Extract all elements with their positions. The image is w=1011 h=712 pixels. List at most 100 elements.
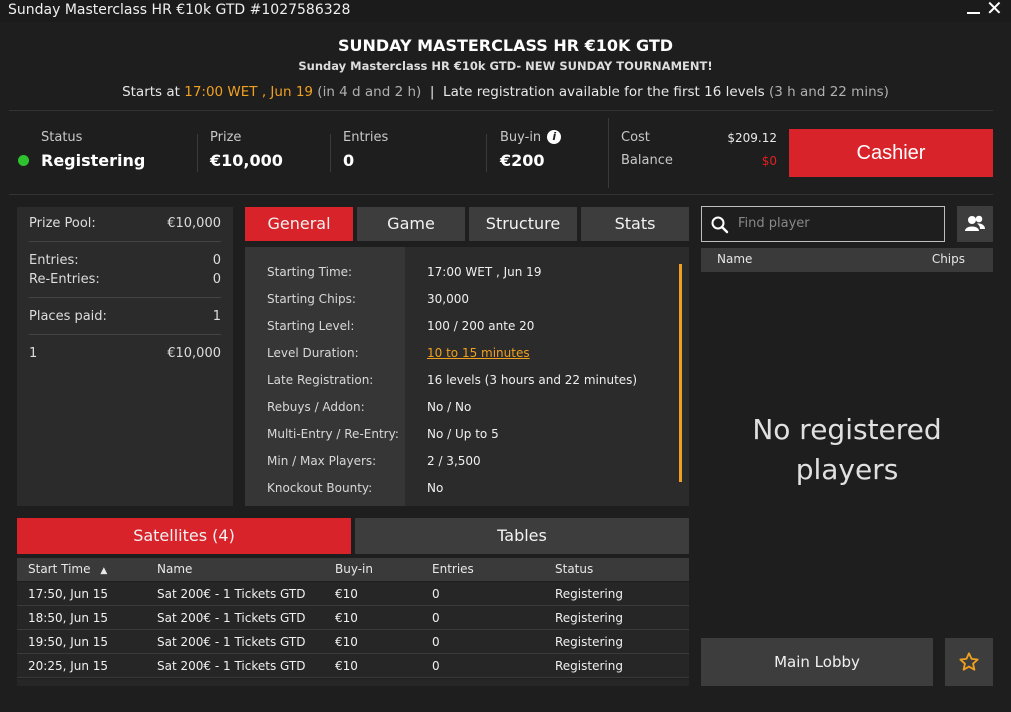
cashier-button[interactable]: Cashier bbox=[789, 129, 993, 177]
divider bbox=[29, 241, 221, 242]
start-info: Starts at 17:00 WET , Jun 19 (in 4 d and… bbox=[0, 84, 1011, 100]
general-label: Starting Chips: bbox=[267, 292, 356, 306]
find-player-search[interactable]: Find player bbox=[701, 206, 945, 242]
general-value: 30,000 bbox=[427, 292, 469, 306]
favorite-button[interactable] bbox=[945, 638, 993, 686]
reentries-value: 0 bbox=[212, 272, 221, 287]
general-label: Starting Time: bbox=[267, 265, 353, 279]
cell-name: Sat 200€ - 1 Tickets GTD bbox=[157, 635, 306, 649]
general-label: Min / Max Players: bbox=[267, 454, 377, 468]
reentries-label: Re-Entries: bbox=[29, 272, 100, 287]
prize-pool-row: Prize Pool: €10,000 bbox=[29, 216, 221, 231]
entries-value: 0 bbox=[212, 253, 221, 268]
general-label: Multi-Entry / Re-Entry: bbox=[267, 427, 399, 441]
general-label: Level Duration: bbox=[267, 346, 359, 360]
start-time: 17:00 WET , Jun 19 bbox=[184, 84, 313, 100]
table-row[interactable]: 18:50, Jun 15 Sat 200€ - 1 Tickets GTD €… bbox=[17, 606, 689, 630]
payout-row: 1 €10,000 bbox=[29, 346, 221, 361]
prize-value: €10,000 bbox=[210, 151, 283, 170]
places-paid-row: Places paid: 1 bbox=[29, 309, 221, 324]
reentries-row: Re-Entries: 0 bbox=[29, 272, 221, 287]
cell-status: Registering bbox=[555, 635, 623, 649]
column-header-status[interactable]: Status bbox=[555, 562, 593, 576]
tab-structure[interactable]: Structure bbox=[469, 207, 577, 241]
status-label: Status bbox=[41, 130, 83, 145]
cell-entries: 0 bbox=[432, 635, 440, 649]
cell-name: Sat 200€ - 1 Tickets GTD bbox=[157, 611, 306, 625]
cell-buyin: €10 bbox=[335, 659, 358, 673]
table-row[interactable]: 19:50, Jun 15 Sat 200€ - 1 Tickets GTD €… bbox=[17, 630, 689, 654]
close-icon[interactable]: ✕ bbox=[986, 0, 1003, 18]
places-paid-value: 1 bbox=[212, 309, 221, 324]
minimize-icon[interactable] bbox=[966, 2, 980, 16]
tab-stats[interactable]: Stats bbox=[581, 207, 689, 241]
players-table-header: Name Chips bbox=[701, 248, 993, 272]
buyin-label-wrap: Buy-in i bbox=[500, 130, 562, 145]
cell-entries: 0 bbox=[432, 611, 440, 625]
starts-in: (in 4 d and 2 h) bbox=[317, 84, 422, 100]
column-label: Start Time bbox=[28, 562, 91, 576]
divider bbox=[9, 110, 993, 111]
balance-label: Balance bbox=[621, 153, 673, 168]
users-button[interactable] bbox=[957, 206, 993, 242]
divider bbox=[29, 297, 221, 298]
entries-label: Entries: bbox=[29, 253, 79, 268]
level-duration-link[interactable]: 10 to 15 minutes bbox=[427, 346, 530, 360]
cell-buyin: €10 bbox=[335, 611, 358, 625]
column-header-buyin[interactable]: Buy-in bbox=[335, 562, 373, 576]
title-bar: Sunday Masterclass HR €10k GTD #10275863… bbox=[0, 0, 1011, 22]
general-label: Late Registration: bbox=[267, 373, 374, 387]
balance-value: $0 bbox=[761, 154, 777, 168]
cost-value: $209.12 bbox=[727, 131, 777, 145]
separator: | bbox=[429, 84, 435, 100]
tab-satellites[interactable]: Satellites (4) bbox=[17, 518, 351, 554]
column-header-name[interactable]: Name bbox=[157, 562, 192, 576]
table-row[interactable]: 20:25, Jun 15 Sat 200€ - 1 Tickets GTD €… bbox=[17, 654, 689, 678]
column-header-start-time[interactable]: Start Time ▲ bbox=[28, 562, 107, 576]
general-value: 2 / 3,500 bbox=[427, 454, 481, 468]
sort-ascending-icon: ▲ bbox=[100, 566, 108, 576]
entries-value: 0 bbox=[343, 151, 355, 170]
entries-label: Entries bbox=[343, 130, 389, 145]
general-value: No / Up to 5 bbox=[427, 427, 499, 441]
general-value: 17:00 WET , Jun 19 bbox=[427, 265, 542, 279]
tab-tables[interactable]: Tables bbox=[355, 518, 689, 554]
search-input[interactable]: Find player bbox=[738, 216, 810, 231]
cell-status: Registering bbox=[555, 659, 623, 673]
column-header-name[interactable]: Name bbox=[717, 252, 752, 266]
info-icon[interactable]: i bbox=[547, 130, 562, 144]
users-icon bbox=[965, 215, 985, 231]
general-value: 16 levels (3 hours and 22 minutes) bbox=[427, 373, 638, 387]
cell-status: Registering bbox=[555, 587, 623, 601]
cell-entries: 0 bbox=[432, 587, 440, 601]
payout-amount: €10,000 bbox=[167, 346, 221, 361]
empty-message-line: players bbox=[795, 453, 899, 486]
tab-general[interactable]: General bbox=[245, 207, 353, 241]
general-label: Knockout Bounty: bbox=[267, 481, 373, 495]
general-scrollbar[interactable] bbox=[679, 264, 682, 482]
cell-status: Registering bbox=[555, 611, 623, 625]
starts-prefix: Starts at bbox=[122, 84, 180, 100]
column-header-chips[interactable]: Chips bbox=[932, 252, 965, 266]
table-row[interactable]: 17:50, Jun 15 Sat 200€ - 1 Tickets GTD €… bbox=[17, 582, 689, 606]
prize-pool-label: Prize Pool: bbox=[29, 216, 96, 231]
status-value: Registering bbox=[41, 151, 146, 170]
payout-place: 1 bbox=[29, 346, 38, 361]
column-header-entries[interactable]: Entries bbox=[432, 562, 474, 576]
general-value: No bbox=[427, 481, 444, 495]
general-value: 100 / 200 ante 20 bbox=[427, 319, 535, 333]
tournament-subtitle: Sunday Masterclass HR €10k GTD- NEW SUND… bbox=[298, 59, 713, 73]
divider bbox=[330, 134, 331, 172]
status-dot-icon bbox=[18, 155, 29, 166]
search-icon bbox=[711, 216, 729, 234]
divider bbox=[9, 194, 993, 195]
tab-game[interactable]: Game bbox=[357, 207, 465, 241]
general-info-panel: Starting Time: 17:00 WET , Jun 19 Starti… bbox=[245, 247, 689, 506]
cell-start-time: 17:50, Jun 15 bbox=[28, 587, 109, 601]
general-label: Starting Level: bbox=[267, 319, 355, 333]
cell-start-time: 20:25, Jun 15 bbox=[28, 659, 109, 673]
prize-pool-value: €10,000 bbox=[167, 216, 221, 231]
main-lobby-button[interactable]: Main Lobby bbox=[701, 638, 933, 686]
buyin-label: Buy-in bbox=[500, 130, 542, 145]
star-icon bbox=[959, 652, 979, 671]
